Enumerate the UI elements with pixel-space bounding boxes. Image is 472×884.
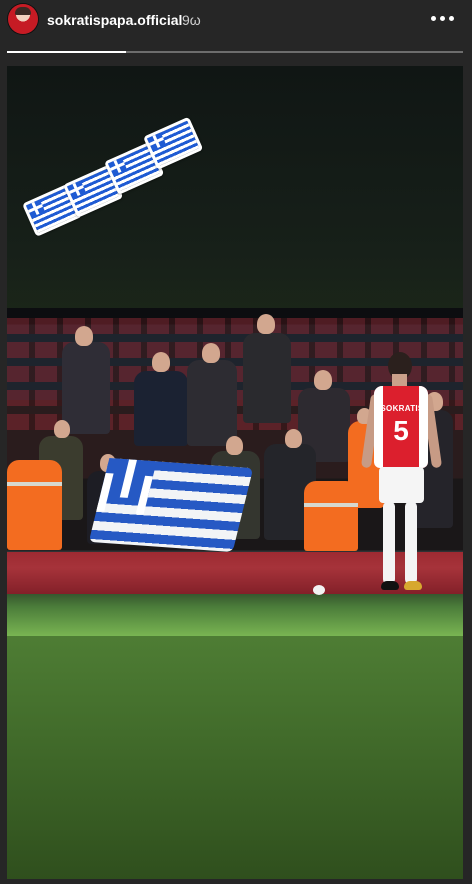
story-media[interactable]: SOKRATIS 5 xyxy=(7,66,463,879)
story-header: sokratispapa.official 9ω xyxy=(0,0,472,53)
steward-left xyxy=(7,460,62,550)
stadium-photo: SOKRATIS 5 xyxy=(7,308,463,636)
more-options-button[interactable] xyxy=(431,10,455,26)
profile-username[interactable]: sokratispapa.official xyxy=(47,12,182,28)
story-time: 9ω xyxy=(182,12,201,28)
greek-flag xyxy=(88,458,254,552)
shirt-name: SOKRATIS xyxy=(380,404,424,413)
more-horizontal-icon xyxy=(431,16,436,21)
more-horizontal-icon xyxy=(449,16,454,21)
shirt-number: 5 xyxy=(393,415,409,446)
player: SOKRATIS 5 xyxy=(360,352,443,607)
story-progress-track xyxy=(7,51,463,53)
story-progress-fill xyxy=(7,51,126,53)
steward-right xyxy=(304,481,358,551)
more-horizontal-icon xyxy=(440,16,445,21)
green-background xyxy=(7,636,463,879)
football xyxy=(313,585,325,595)
profile-avatar[interactable] xyxy=(8,4,38,34)
